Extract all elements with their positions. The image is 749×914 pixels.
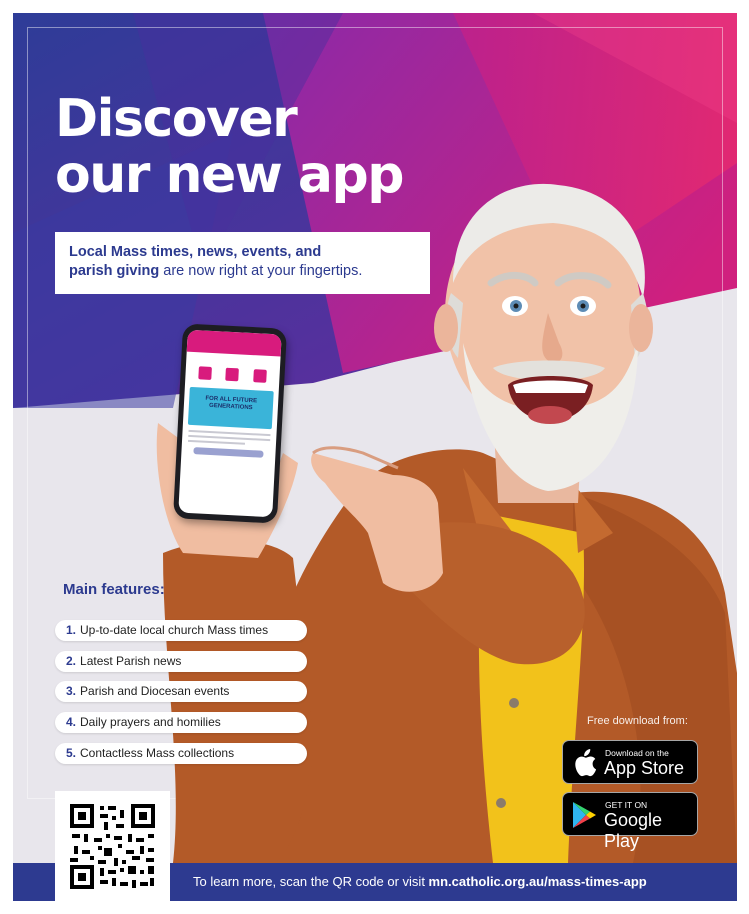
apple-icon: [575, 749, 597, 777]
tagline-rest: are now right at your fingertips.: [159, 263, 363, 279]
headline-line-2: our new app: [55, 145, 404, 205]
google-play-icon: [573, 802, 596, 828]
google-play-button[interactable]: GET IT ON Google Play: [562, 792, 698, 851]
feature-num: 2.: [66, 654, 77, 668]
feature-item-1: 1. Up-to-date local church Mass times: [55, 620, 307, 641]
phone-app-banner: FOR ALL FUTURE GENERATIONS: [187, 386, 274, 430]
feature-label: Parish and Diocesan events: [80, 684, 230, 698]
app-store-button[interactable]: Download on the App Store: [562, 740, 698, 784]
phone-app-button: [193, 447, 264, 458]
bookmark-icon: [253, 369, 267, 383]
headline: Discover our new app: [55, 89, 404, 205]
footer-url-link[interactable]: mn.catholic.org.au/mass-times-app: [429, 874, 647, 889]
feature-label: Up-to-date local church Mass times: [80, 623, 269, 637]
tagline-box: Local Mass times, news, events, and pari…: [55, 232, 430, 294]
phone-screen: FOR ALL FUTURE GENERATIONS: [178, 329, 282, 518]
headline-line-1: Discover: [55, 89, 298, 149]
tagline-bold-1: Local Mass times, news, events, and: [69, 244, 322, 260]
phone-app-icons: [185, 362, 280, 384]
app-store-big-text: App Store: [604, 758, 685, 778]
footer-text: To learn more, scan the QR code or visit…: [193, 874, 647, 889]
free-download-label: Free download from:: [587, 715, 688, 727]
feature-num: 3.: [66, 684, 77, 698]
qr-code-image: [55, 791, 170, 901]
feature-num: 5.: [66, 746, 77, 760]
feature-num: 1.: [66, 623, 77, 637]
footer-lead-text: To learn more, scan the QR code or visit: [193, 874, 429, 889]
feature-item-4: 4. Daily prayers and homilies: [55, 712, 307, 733]
google-play-big-text: Google Play: [604, 810, 663, 851]
feature-num: 4.: [66, 715, 77, 729]
features-title: Main features:: [63, 581, 165, 598]
feature-label: Contactless Mass collections: [80, 746, 235, 760]
phone-mockup: FOR ALL FUTURE GENERATIONS: [172, 323, 288, 524]
phone-app-header: [186, 329, 282, 357]
feature-item-5: 5. Contactless Mass collections: [55, 743, 307, 764]
tagline-bold-2: parish giving: [69, 263, 160, 279]
feature-label: Daily prayers and homilies: [80, 715, 221, 729]
qr-code: [55, 791, 170, 901]
feature-item-2: 2. Latest Parish news: [55, 651, 307, 672]
app-store-small-text: Download on the: [605, 748, 669, 758]
feature-item-3: 3. Parish and Diocesan events: [55, 681, 307, 702]
google-play-small-text: GET IT ON: [605, 800, 648, 810]
heart-icon: [225, 367, 240, 382]
search-icon: [198, 366, 213, 380]
phone-app-text-lines: [187, 429, 271, 446]
feature-label: Latest Parish news: [80, 654, 182, 668]
poster: Discover our new app Local Mass times, n…: [13, 13, 737, 901]
